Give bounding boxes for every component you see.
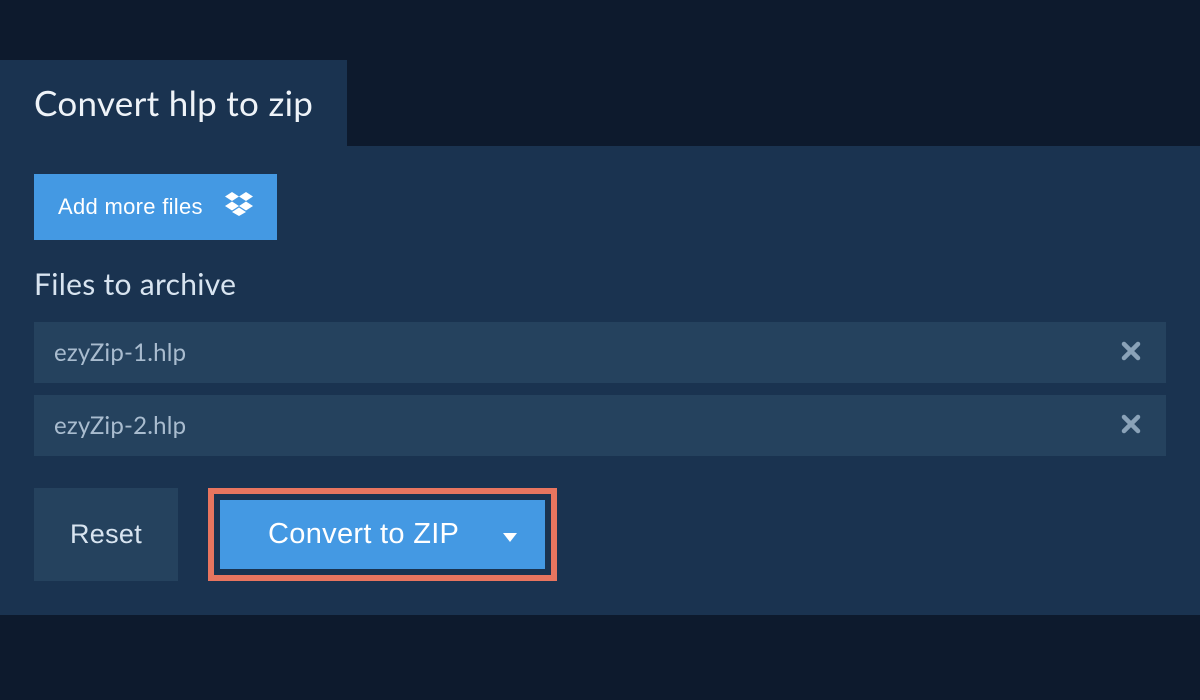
page-title: Convert hlp to zip <box>34 82 313 124</box>
add-more-files-label: Add more files <box>58 194 203 220</box>
dropbox-icon <box>225 192 253 222</box>
close-icon <box>1120 413 1142 438</box>
close-icon <box>1120 340 1142 365</box>
add-more-files-button[interactable]: Add more files <box>34 174 277 240</box>
list-item: ezyZip-1.hlp <box>34 322 1166 383</box>
convert-to-zip-button[interactable]: Convert to ZIP <box>220 500 545 569</box>
caret-down-icon <box>503 518 517 551</box>
list-item: ezyZip-2.hlp <box>34 395 1166 456</box>
footer-bar <box>0 615 1200 655</box>
convert-highlight-wrapper: Convert to ZIP <box>208 488 557 581</box>
top-bar <box>0 0 1200 60</box>
files-section-title: Files to archive <box>34 266 1166 302</box>
file-list: ezyZip-1.hlp ezyZip-2.hlp <box>34 322 1166 456</box>
file-name: ezyZip-2.hlp <box>54 411 186 440</box>
button-row: Reset Convert to ZIP <box>34 488 1166 581</box>
file-name: ezyZip-1.hlp <box>54 338 186 367</box>
main-content: Add more files Files to archive ezyZip-1… <box>0 146 1200 615</box>
reset-button[interactable]: Reset <box>34 488 178 581</box>
remove-file-button[interactable] <box>1116 336 1146 369</box>
remove-file-button[interactable] <box>1116 409 1146 442</box>
convert-label: Convert to ZIP <box>268 518 459 551</box>
tab-header: Convert hlp to zip <box>0 60 347 146</box>
